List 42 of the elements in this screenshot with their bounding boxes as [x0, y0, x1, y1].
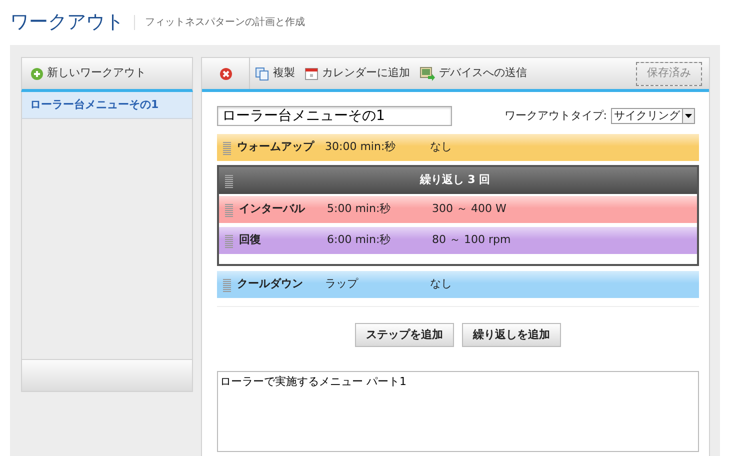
step-duration: ラップ	[325, 276, 360, 292]
copy-icon	[255, 66, 269, 80]
step-duration: 30:00 min:秒	[325, 139, 397, 156]
device-send-icon	[420, 66, 435, 80]
step-name: ウォームアップ	[237, 139, 316, 156]
repeat-label: 繰り返し 3 回	[418, 172, 492, 188]
drag-handle-icon	[225, 234, 233, 248]
step-name: 回復	[239, 232, 262, 248]
calendar-button[interactable]: カレンダーに追加	[300, 65, 415, 82]
step-target: 300 ～ 400 W	[432, 201, 506, 218]
page-subtitle: フィットネスパターンの計画と作成	[134, 15, 305, 30]
workout-name-field[interactable]: ローラー台メニューその1	[217, 106, 452, 126]
repeat-header[interactable]: 繰り返し 3 回	[219, 167, 697, 194]
step-row[interactable]: インターバル 5:00 min:秒 300 ～ 400 W	[219, 196, 697, 223]
add-button[interactable]: ステップを追加	[355, 323, 454, 347]
step-row[interactable]: ウォームアップ 30:00 min:秒 なし	[217, 134, 699, 161]
step-target: なし	[430, 139, 452, 156]
new-workout-button[interactable]: 新しいワークアウト	[31, 65, 146, 82]
calendar-icon	[305, 67, 318, 80]
workout-type-label: ワークアウトタイプ:	[504, 108, 607, 124]
step-row[interactable]: 回復 6:00 min:秒 80 ～ 100 rpm	[219, 227, 697, 254]
step-row[interactable]: クールダウン ラップ なし	[217, 271, 699, 298]
workout-type-dropdown[interactable]: サイクリング	[611, 108, 695, 124]
device-button[interactable]: デバイスへの送信	[415, 65, 532, 82]
notes-field[interactable]: ローラーで実施するメニュー パート1	[217, 371, 699, 452]
drag-handle-icon	[223, 278, 231, 292]
delete-icon[interactable]	[220, 68, 232, 80]
plus-icon	[31, 68, 43, 80]
step-target: なし	[430, 276, 452, 292]
caret-icon[interactable]	[682, 109, 694, 123]
drag-handle-icon	[225, 202, 233, 216]
drag-handle-icon	[225, 174, 233, 188]
drag-handle-icon	[223, 140, 231, 154]
page-title: ワークアウト	[10, 10, 124, 36]
add-button[interactable]: 繰り返しを追加	[462, 323, 561, 347]
step-name: クールダウン	[237, 276, 304, 292]
step-duration: 5:00 min:秒	[327, 201, 392, 218]
sidebar-item[interactable]: ローラー台メニューその1	[21, 92, 193, 119]
step-duration: 6:00 min:秒	[327, 232, 392, 248]
step-name: インターバル	[239, 201, 306, 218]
step-target: 80 ～ 100 rpm	[432, 232, 511, 248]
copy-button[interactable]: 複製	[250, 65, 300, 82]
